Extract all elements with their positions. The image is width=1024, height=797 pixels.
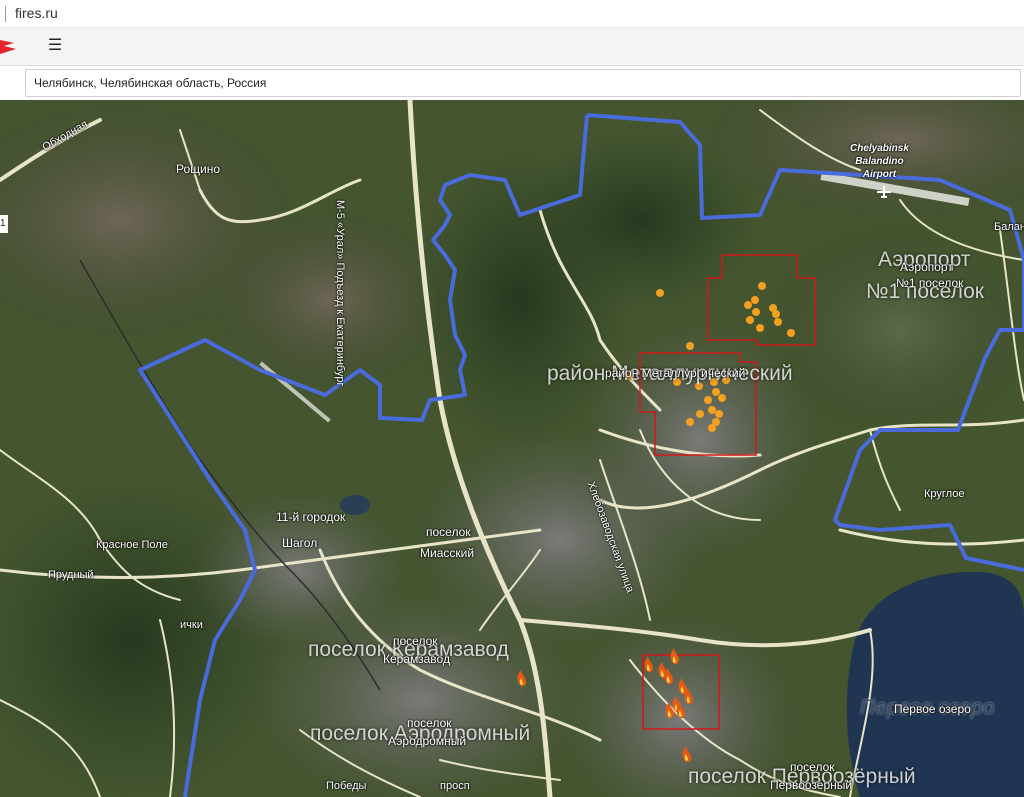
place-label-krugloe: Круглое (924, 488, 965, 500)
map-edge-tag: 1 (0, 215, 8, 233)
place-label-ichki: ички (180, 619, 203, 631)
airport-label: Chelyabinsk Balandino Airport (850, 142, 909, 181)
airport-label-line3: Airport (862, 169, 897, 180)
district-label-metallurgical-small: район Металлургический (605, 366, 746, 380)
airport-label-line1: Chelyabinsk (850, 143, 909, 154)
street-label-pobedy: Победы (326, 780, 367, 792)
browser-address-bar[interactable]: fires.ru (0, 0, 1024, 28)
url-text[interactable]: fires.ru (15, 5, 58, 21)
airport-label-line2: Balandino (855, 156, 904, 167)
place-label-shagol: Шагол (282, 536, 318, 550)
place-label-airport-village-small: Аэропорт (900, 260, 953, 274)
place-label-prudny: Прудный (48, 569, 94, 581)
search-row (0, 66, 1024, 100)
place-label-krasnoe-pole: Красное Поле (96, 539, 168, 551)
place-label-keramzavod-small2: Керамзавод (383, 652, 450, 666)
location-search-input[interactable] (25, 69, 1021, 97)
place-label-aerodromny-small1: поселок (407, 716, 452, 730)
place-label-aerodromny-small2: Аэродромный (388, 734, 467, 748)
place-label-bala: Балан (994, 221, 1024, 233)
place-label-airport-village-small2: №1 поселок (896, 276, 964, 290)
fires-logo-icon (0, 40, 16, 54)
place-label-roshchino: Рощино (176, 162, 221, 176)
lake-label-small: Первое озеро (894, 702, 971, 716)
hamburger-icon[interactable]: ☰ (44, 35, 66, 57)
place-label-pervoozerny-small2: Первоозерный (770, 778, 853, 792)
street-label-prosp: просп (440, 780, 470, 792)
satellite-map[interactable]: 1 Обходная Рощино М-5 «Урал» Подъезд к Е… (0, 100, 1024, 797)
place-label-miassky1: поселок (426, 525, 471, 539)
place-label-miassky2: Миасский (420, 546, 475, 560)
place-label-pervoozerny-small1: поселок (790, 760, 835, 774)
place-label-11-gorodok: 11-й городок (276, 510, 346, 524)
road-label-ural: М-5 «Урал» Подъезд к Екатеринбург (334, 200, 346, 387)
address-separator (5, 6, 6, 22)
app-toolbar: ☰ (0, 28, 1024, 66)
map-canvas (0, 100, 1024, 797)
place-label-keramzavod-small1: поселок (393, 634, 438, 648)
